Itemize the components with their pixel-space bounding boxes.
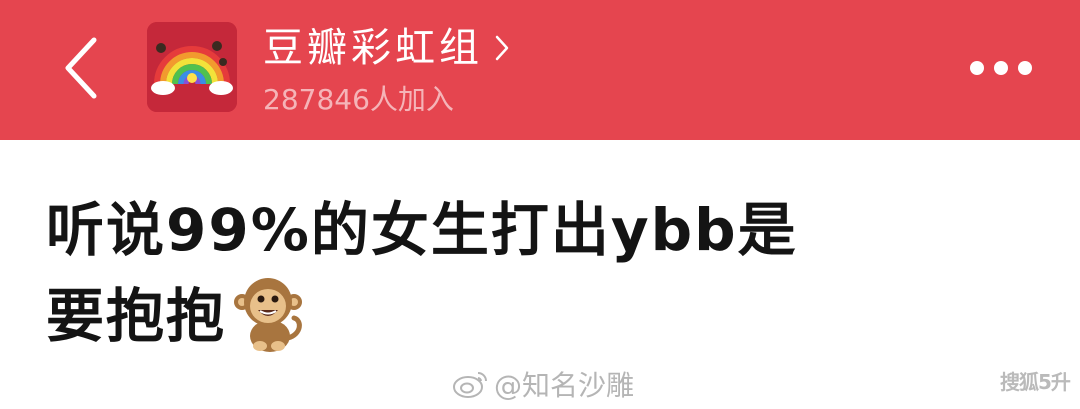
post-title-line-2: 要抱抱 [46, 282, 227, 350]
corner-logo: 搜狐5升 [1000, 370, 1071, 394]
weibo-icon [452, 369, 490, 399]
member-count: 287846人加入 [263, 83, 454, 116]
watermark-text: @知名沙雕 [494, 369, 635, 402]
rainbow-avatar-icon [147, 22, 237, 112]
chevron-left-icon [65, 37, 97, 99]
group-name-link[interactable]: 豆瓣彩虹组 [263, 20, 509, 76]
more-dots-icon [970, 61, 984, 75]
post-title: 听说99%的女生打出ybb是 要抱抱 [46, 188, 1046, 358]
monkey-emoji [232, 272, 304, 354]
group-name: 豆瓣彩虹组 [263, 25, 483, 71]
chevron-right-icon [495, 35, 509, 61]
post-title-line-2-wrap: 要抱抱 [46, 272, 1046, 358]
top-bar: 豆瓣彩虹组 287846人加入 [0, 0, 1080, 140]
post-title-line-1: 听说99%的女生打出ybb是 [46, 196, 798, 264]
group-avatar[interactable] [147, 22, 237, 112]
weibo-watermark: @知名沙雕 [452, 364, 634, 404]
more-button[interactable] [960, 46, 1042, 90]
back-button[interactable] [52, 30, 112, 106]
